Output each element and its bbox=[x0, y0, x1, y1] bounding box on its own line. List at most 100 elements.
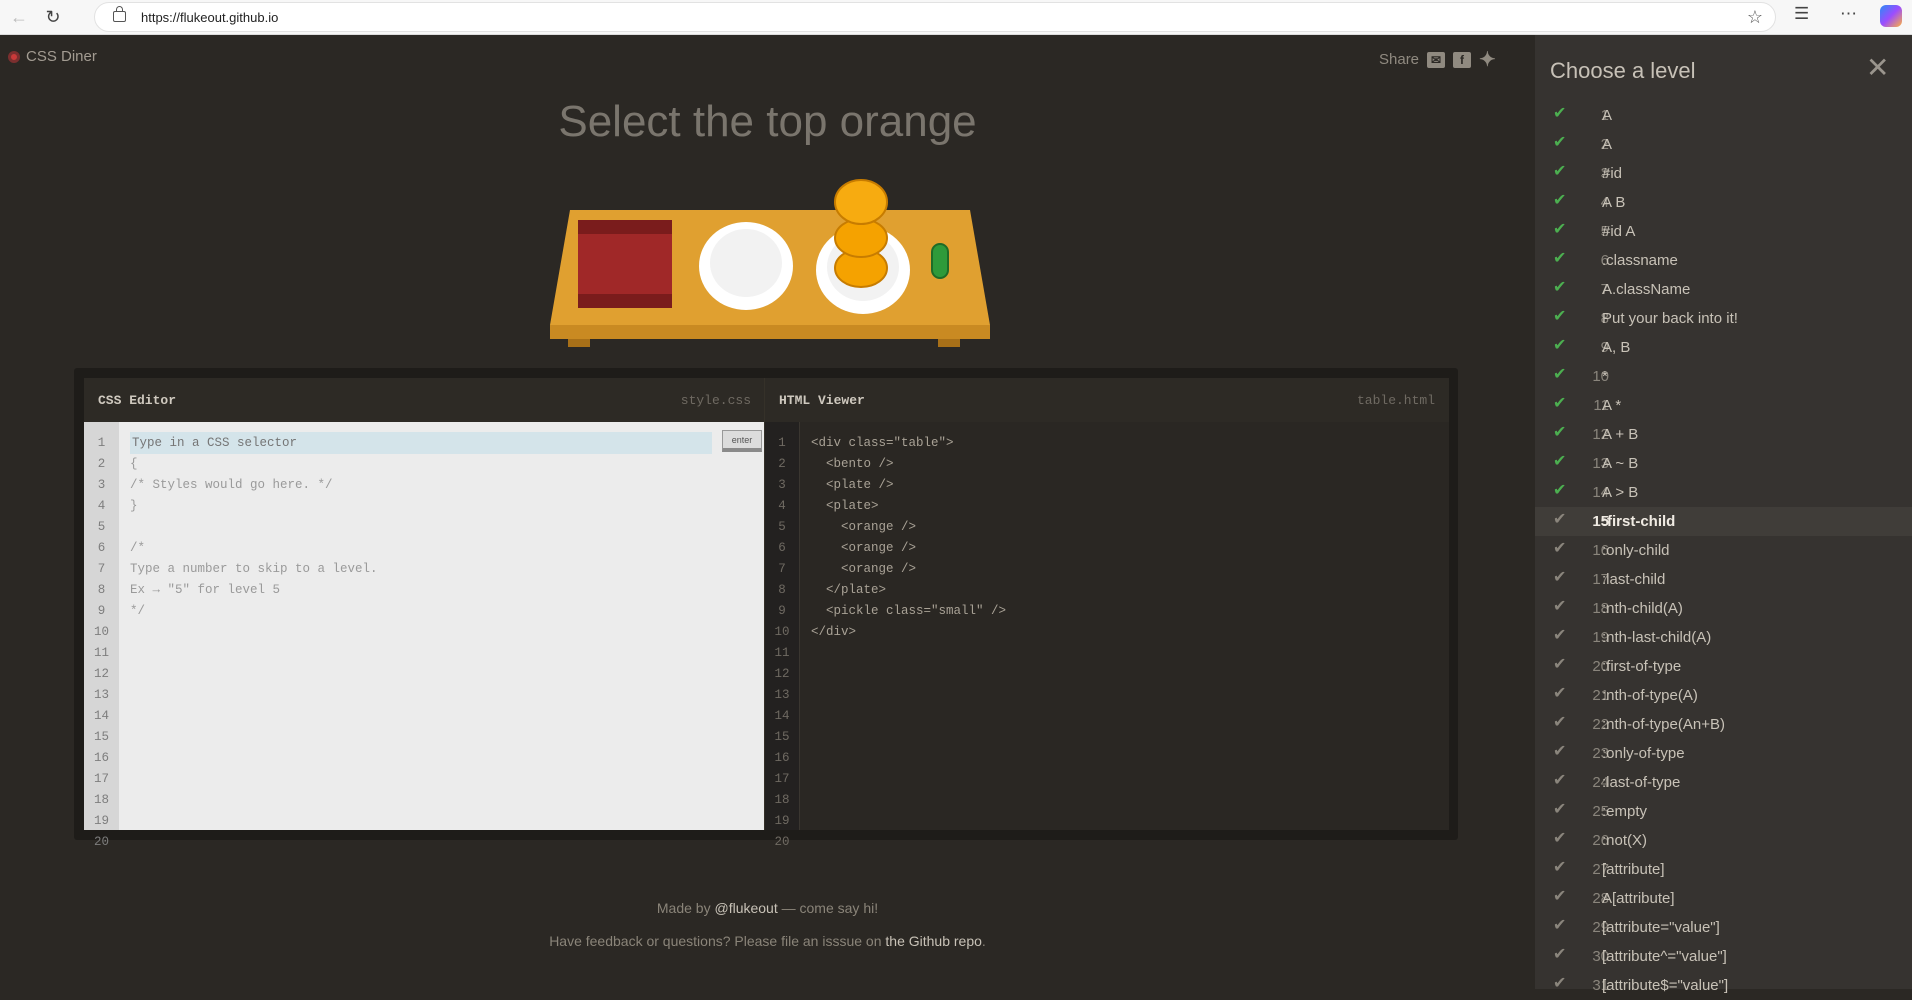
checkmark-icon: ✔ bbox=[1553, 134, 1567, 151]
footer-feedback-end: . bbox=[981, 933, 986, 949]
level-item[interactable]: ✔ 16:only-child bbox=[1535, 536, 1912, 565]
level-item[interactable]: ✔ 30 [attribute^="value"] bbox=[1535, 942, 1912, 971]
level-item[interactable]: ✔ 20:first-of-type bbox=[1535, 652, 1912, 681]
author-link[interactable]: @flukeout bbox=[714, 900, 777, 916]
code-line: */ bbox=[130, 604, 146, 618]
level-sidebar: Choose a level ✕ ✔ 1 A ✔ 2 A ✔ 3 #id ✔ 4 A B ✔ 5 #id A… bbox=[1535, 35, 1912, 994]
line-number: 17 bbox=[93, 772, 109, 786]
level-item[interactable]: ✔ 3 #id bbox=[1535, 159, 1912, 188]
bento[interactable] bbox=[578, 220, 672, 308]
checkmark-icon: ✔ bbox=[1553, 656, 1567, 673]
line-number: 19 bbox=[774, 814, 790, 828]
level-item[interactable]: ✔ 1 A bbox=[1535, 101, 1912, 130]
level-item[interactable]: ✔ 8 Put your back into it! bbox=[1535, 304, 1912, 333]
level-item[interactable]: ✔ 5 #id A bbox=[1535, 217, 1912, 246]
checkmark-icon: ✔ bbox=[1553, 337, 1567, 354]
level-item[interactable]: ✔ 24:last-of-type bbox=[1535, 768, 1912, 797]
email-icon[interactable]: ✉ bbox=[1427, 51, 1446, 68]
code-line: </plate> bbox=[811, 583, 887, 597]
line-number: 13 bbox=[774, 688, 790, 702]
code-line: Ex → "5" for level 5 bbox=[130, 583, 281, 597]
level-item[interactable]: ✔ 19:nth-last-child(A) bbox=[1535, 623, 1912, 652]
level-item[interactable]: ✔ 15:first-child bbox=[1535, 507, 1912, 536]
footer-feedback-text: Have feedback or questions? Please file … bbox=[549, 933, 882, 949]
checkmark-icon: ✔ bbox=[1553, 250, 1567, 267]
level-item[interactable]: ✔ 25:empty bbox=[1535, 797, 1912, 826]
level-item[interactable]: ✔ 6 .classname bbox=[1535, 246, 1912, 275]
copilot-icon[interactable] bbox=[1880, 5, 1902, 27]
level-item[interactable]: ✔ 4 A B bbox=[1535, 188, 1912, 217]
level-item[interactable]: ✔ 22:nth-of-type(An+B) bbox=[1535, 710, 1912, 739]
line-number: 19 bbox=[93, 814, 109, 828]
checkmark-icon: ✔ bbox=[1553, 511, 1567, 528]
line-number: 17 bbox=[774, 772, 790, 786]
line-number: 4 bbox=[97, 499, 106, 513]
level-name: * bbox=[1602, 368, 1608, 385]
twitter-icon[interactable]: ✦ bbox=[1479, 47, 1496, 72]
code-line: <bento /> bbox=[811, 457, 894, 471]
level-item[interactable]: ✔ 21:nth-of-type(A) bbox=[1535, 681, 1912, 710]
html-viewer-title: HTML Viewer bbox=[779, 393, 865, 408]
plate-empty[interactable] bbox=[699, 222, 793, 310]
refresh-icon[interactable]: ↻ bbox=[40, 4, 66, 30]
checkmark-icon: ✔ bbox=[1553, 424, 1567, 441]
level-item[interactable]: ✔ 27 [attribute] bbox=[1535, 855, 1912, 884]
level-name: :nth-child(A) bbox=[1602, 600, 1683, 617]
line-number: 9 bbox=[778, 604, 786, 618]
level-item[interactable]: ✔ 18:nth-child(A) bbox=[1535, 594, 1912, 623]
checkmark-icon: ✔ bbox=[1553, 598, 1567, 615]
level-item[interactable]: ✔ 9 A, B bbox=[1535, 333, 1912, 362]
css-editor-title: CSS Editor bbox=[98, 393, 177, 408]
share-bar: Share ✉ f ✦ bbox=[1379, 47, 1496, 72]
code-line: <orange /> bbox=[811, 541, 917, 555]
level-item[interactable]: ✔ 17:last-child bbox=[1535, 565, 1912, 594]
line-number: 13 bbox=[93, 688, 109, 702]
code-line: <plate> bbox=[811, 499, 879, 513]
level-item[interactable]: ✔ 26:not(X) bbox=[1535, 826, 1912, 855]
level-name: A * bbox=[1602, 397, 1622, 414]
more-icon[interactable]: ⋯ bbox=[1840, 4, 1857, 24]
checkmark-icon: ✔ bbox=[1553, 279, 1567, 296]
level-item[interactable]: ✔ 7 A.className bbox=[1535, 275, 1912, 304]
orange-top[interactable] bbox=[834, 179, 888, 225]
code-line: <div class="table"> bbox=[811, 436, 954, 450]
level-name: .classname bbox=[1602, 252, 1678, 269]
url-text[interactable]: https://flukeout.github.io bbox=[141, 10, 278, 25]
level-name: #id A bbox=[1602, 223, 1636, 240]
level-list: ✔ 1 A ✔ 2 A ✔ 3 #id ✔ 4 A B ✔ 5 #id A ✔ 6 .classname ✔ 7 A.c… bbox=[1535, 101, 1912, 1000]
sidebar-title: Choose a level bbox=[1550, 58, 1696, 83]
level-item[interactable]: ✔ 29 [attribute="value"] bbox=[1535, 913, 1912, 942]
level-item[interactable]: ✔ 11 A * bbox=[1535, 391, 1912, 420]
css-editor-filename: style.css bbox=[680, 393, 751, 408]
address-bar[interactable]: https://flukeout.github.io ☆ bbox=[94, 2, 1776, 32]
close-icon[interactable]: ✕ bbox=[1866, 54, 1889, 82]
pickle[interactable] bbox=[931, 243, 949, 279]
level-item[interactable]: ✔ 10 * bbox=[1535, 362, 1912, 391]
line-number: 18 bbox=[93, 793, 109, 807]
line-number: 15 bbox=[93, 730, 109, 744]
code-line: Type a number to skip to a level. bbox=[130, 562, 378, 576]
favorite-star-icon[interactable]: ☆ bbox=[1747, 7, 1763, 28]
level-item[interactable]: ✔ 31 [attribute$="value"] bbox=[1535, 971, 1912, 1000]
line-number: 6 bbox=[97, 541, 106, 555]
level-item[interactable]: ✔ 14 A > B bbox=[1535, 478, 1912, 507]
line-number: 5 bbox=[778, 520, 786, 534]
css-editor-header: CSS Editor style.css bbox=[84, 378, 765, 422]
back-icon[interactable]: ← bbox=[6, 4, 32, 30]
checkmark-icon: ✔ bbox=[1553, 569, 1567, 586]
code-line: { bbox=[130, 457, 138, 471]
line-number: 20 bbox=[774, 835, 790, 849]
level-name: :only-of-type bbox=[1602, 745, 1685, 762]
github-repo-link[interactable]: the Github repo bbox=[885, 933, 982, 949]
level-item[interactable]: ✔ 12 A + B bbox=[1535, 420, 1912, 449]
level-item[interactable]: ✔ 2 A bbox=[1535, 130, 1912, 159]
favorites-icon[interactable]: ☰ bbox=[1794, 4, 1809, 24]
level-item[interactable]: ✔ 23:only-of-type bbox=[1535, 739, 1912, 768]
html-viewer-filename: table.html bbox=[1356, 393, 1435, 408]
logo[interactable]: CSS Diner bbox=[8, 48, 97, 65]
level-item[interactable]: ✔ 13 A ~ B bbox=[1535, 449, 1912, 478]
level-item[interactable]: ✔ 28 A[attribute] bbox=[1535, 884, 1912, 913]
checkmark-icon: ✔ bbox=[1553, 163, 1567, 180]
facebook-icon[interactable]: f bbox=[1453, 51, 1472, 68]
